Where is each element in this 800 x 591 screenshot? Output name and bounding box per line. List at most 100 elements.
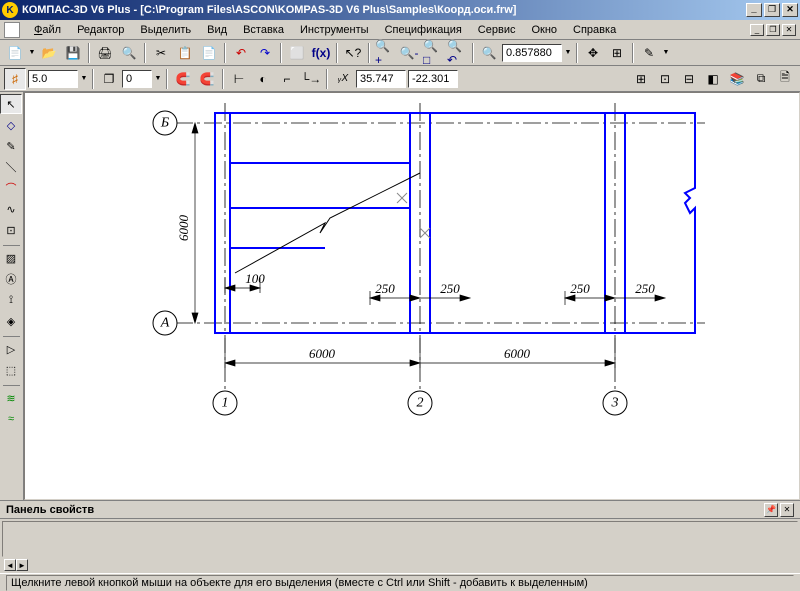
step-input[interactable] xyxy=(28,70,78,88)
snap-button[interactable]: ⌐ xyxy=(276,68,298,90)
grid-button[interactable]: ♯ xyxy=(4,68,26,90)
cut-button[interactable]: ✂ xyxy=(150,42,172,64)
view-tool-1[interactable]: ≋ xyxy=(0,388,22,408)
preview-button[interactable]: 🔍 xyxy=(118,42,140,64)
aux-btn-3[interactable]: ⊟ xyxy=(678,68,700,90)
symbol-tool[interactable]: ◈ xyxy=(0,311,22,331)
new-dropdown[interactable]: ▼ xyxy=(28,42,36,64)
status-hint: Щелкните левой кнопкой мыши на объекте д… xyxy=(6,575,794,591)
help-arrow-button[interactable]: ↖? xyxy=(342,42,364,64)
aux-btn-7[interactable]: 🗎 xyxy=(774,68,796,90)
step-dropdown[interactable]: ▼ xyxy=(80,68,88,90)
svg-text:250: 250 xyxy=(635,281,655,296)
paste-button[interactable]: 📄 xyxy=(198,42,220,64)
undo-button[interactable]: ↶ xyxy=(230,42,252,64)
tab-scroll-right[interactable]: ► xyxy=(16,559,28,571)
mdi-close-button[interactable]: ✕ xyxy=(782,24,796,36)
aux-btn-4[interactable]: ◧ xyxy=(702,68,724,90)
menu-insert[interactable]: Вставка xyxy=(235,22,292,38)
geometry-tool[interactable]: ◇ xyxy=(0,115,22,135)
maximize-button[interactable]: ❐ xyxy=(764,3,780,17)
aux-btn-1[interactable]: ⊞ xyxy=(630,68,652,90)
lcs-button[interactable]: └→ xyxy=(300,68,322,90)
minimize-button[interactable]: _ xyxy=(746,3,762,17)
app-icon: K xyxy=(2,2,18,18)
snap-toggle-1[interactable]: 🧲 xyxy=(172,68,194,90)
copy-button[interactable]: 📋 xyxy=(174,42,196,64)
drawing-canvas[interactable]: Б А 1 2 3 xyxy=(24,92,800,500)
zoom-in-button[interactable]: 🔍+ xyxy=(374,42,396,64)
lib-tool[interactable]: ⬚ xyxy=(0,360,22,380)
open-button[interactable]: 📂 xyxy=(38,42,60,64)
line-tool[interactable]: ＼ xyxy=(0,157,22,177)
layer-input[interactable] xyxy=(122,70,152,88)
menu-window[interactable]: Окно xyxy=(523,22,565,38)
aux-btn-6[interactable]: ⧉ xyxy=(750,68,772,90)
print-button[interactable]: 🖨 xyxy=(94,42,116,64)
layers-button[interactable]: ❐ xyxy=(98,68,120,90)
text-tool[interactable]: Ⓐ xyxy=(0,269,22,289)
snap-toggle-2[interactable]: 🧲 xyxy=(196,68,218,90)
svg-text:3: 3 xyxy=(611,396,619,411)
new-button[interactable]: 📄 xyxy=(4,42,26,64)
zoom-scale-button[interactable]: 🔍 xyxy=(478,42,500,64)
coord-x-input[interactable] xyxy=(356,70,406,88)
svg-text:А: А xyxy=(160,316,170,331)
svg-text:250: 250 xyxy=(375,281,395,296)
menu-spec[interactable]: Спецификация xyxy=(377,22,470,38)
properties-pin-button[interactable]: 📌 xyxy=(764,503,778,517)
measure-tool[interactable]: ⟟ xyxy=(0,290,22,310)
mdi-restore-button[interactable]: ❐ xyxy=(766,24,780,36)
svg-text:6000: 6000 xyxy=(504,346,531,361)
toolbar-main: 📄 ▼ 📂 💾 🖨 🔍 ✂ 📋 📄 ↶ ↷ ⬜ f(x) ↖? 🔍+ 🔍- 🔍□… xyxy=(0,40,800,66)
menu-service[interactable]: Сервис xyxy=(470,22,524,38)
aux-btn-2[interactable]: ⊡ xyxy=(654,68,676,90)
select-tool[interactable]: ↖ xyxy=(0,94,22,114)
menu-editor[interactable]: Редактор xyxy=(69,22,132,38)
properties-close-button[interactable]: ✕ xyxy=(780,503,794,517)
menu-select[interactable]: Выделить xyxy=(132,22,199,38)
arc-tool[interactable]: ⌒ xyxy=(0,178,22,198)
menu-help[interactable]: Справка xyxy=(565,22,624,38)
zoom-prev-button[interactable]: 🔍↶ xyxy=(446,42,468,64)
close-button[interactable]: ✕ xyxy=(782,3,798,17)
svg-text:250: 250 xyxy=(440,281,460,296)
view-tool-2[interactable]: ≈ xyxy=(0,409,22,429)
statusbar: Щелкните левой кнопкой мыши на объекте д… xyxy=(0,573,800,591)
param-tool[interactable]: ▷ xyxy=(0,339,22,359)
redraw-dropdown[interactable]: ▼ xyxy=(662,42,670,64)
menu-tools[interactable]: Инструменты xyxy=(292,22,377,38)
menu-file[interactable]: Файл xyxy=(26,22,69,38)
zoom-input[interactable] xyxy=(502,44,562,62)
polar-button[interactable]: ◐ xyxy=(252,68,274,90)
aux-btn-5[interactable]: 📚 xyxy=(726,68,748,90)
save-button[interactable]: 💾 xyxy=(62,42,84,64)
zoom-dropdown[interactable]: ▼ xyxy=(564,42,572,64)
menu-view[interactable]: Вид xyxy=(199,22,235,38)
coord-y-input[interactable] xyxy=(408,70,458,88)
hatch-tool[interactable]: ▨ xyxy=(0,248,22,268)
mdi-minimize-button[interactable]: _ xyxy=(750,24,764,36)
svg-text:6000: 6000 xyxy=(176,215,191,242)
spline-tool[interactable]: ∿ xyxy=(0,199,22,219)
drawing-svg: Б А 1 2 3 xyxy=(25,93,800,499)
layer-dropdown[interactable]: ▼ xyxy=(154,68,162,90)
properties-title: Панель свойств xyxy=(6,504,762,516)
document-icon[interactable] xyxy=(4,22,20,38)
ortho-button[interactable]: ⊢ xyxy=(228,68,250,90)
zoom-out-button[interactable]: 🔍- xyxy=(398,42,420,64)
zoom-fit-button[interactable]: ⊞ xyxy=(606,42,628,64)
dimension-tool[interactable]: ✎ xyxy=(0,136,22,156)
redraw-button[interactable]: ✎ xyxy=(638,42,660,64)
tab-scroll-left[interactable]: ◄ xyxy=(4,559,16,571)
variables-button[interactable]: f(x) xyxy=(310,42,332,64)
zoom-window-button[interactable]: 🔍□ xyxy=(422,42,444,64)
pan-button[interactable]: ✥ xyxy=(582,42,604,64)
edit-tool[interactable]: ⊡ xyxy=(0,220,22,240)
svg-text:6000: 6000 xyxy=(309,346,336,361)
redo-button[interactable]: ↷ xyxy=(254,42,276,64)
coords-label: ᵧX xyxy=(332,68,354,90)
svg-text:Б: Б xyxy=(160,116,169,131)
svg-text:2: 2 xyxy=(417,396,424,411)
properties-button[interactable]: ⬜ xyxy=(286,42,308,64)
